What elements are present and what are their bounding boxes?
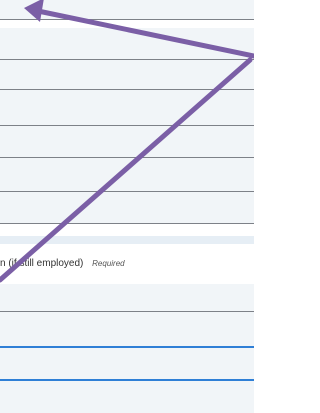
form-field-4[interactable] — [0, 90, 254, 126]
end-date-field[interactable] — [0, 284, 254, 312]
focused-field-1[interactable] — [0, 312, 254, 348]
required-indicator: Required — [92, 259, 125, 268]
focused-field-2[interactable] — [0, 348, 254, 381]
form-field-5[interactable] — [0, 126, 254, 158]
form-field-3[interactable] — [0, 60, 254, 90]
form-field-1[interactable] — [0, 0, 254, 20]
end-date-label-text: (if still employed) — [8, 258, 84, 269]
section-band — [0, 236, 254, 244]
form-field-6[interactable] — [0, 158, 254, 192]
form-field-last[interactable] — [0, 381, 254, 413]
end-date-label: n (if still employed) Required — [0, 258, 125, 276]
form-field-2[interactable] — [0, 28, 254, 60]
end-date-label-prefix: n — [0, 258, 6, 269]
form-field-7[interactable] — [0, 192, 254, 224]
